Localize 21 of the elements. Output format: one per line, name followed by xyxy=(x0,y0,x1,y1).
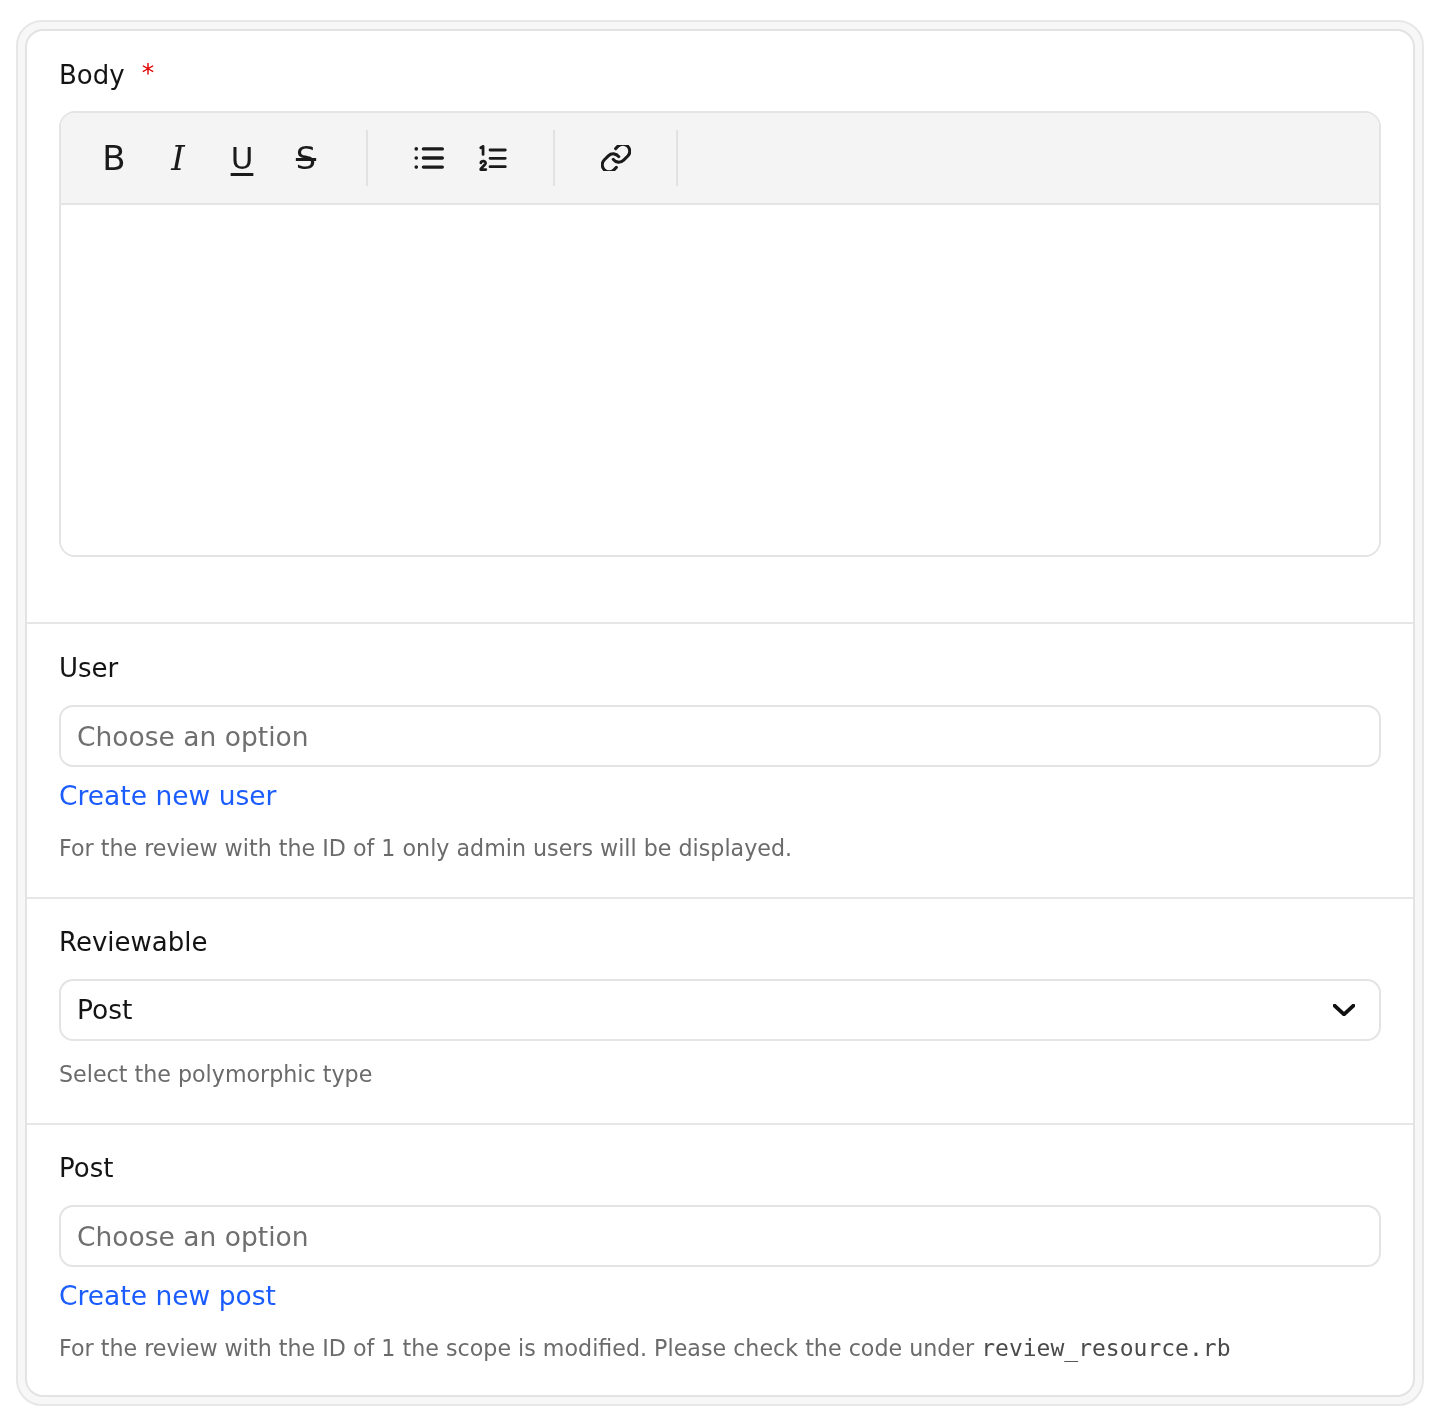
field-label: User xyxy=(59,652,119,684)
bullet-list-icon xyxy=(414,145,444,171)
field-label: Body xyxy=(59,59,125,91)
link-icon xyxy=(601,145,631,171)
underline-button[interactable]: U xyxy=(222,138,262,178)
field-label: Post xyxy=(59,1152,114,1184)
bold-button[interactable]: B xyxy=(94,138,134,178)
create-link[interactable]: Create new user xyxy=(59,779,277,813)
select-input[interactable]: Choose an option xyxy=(59,1205,1381,1267)
help-text: For the review with the ID of 1 only admin users will be displayed. xyxy=(59,834,793,863)
field-label: Reviewable xyxy=(59,926,208,958)
numbered-list-icon xyxy=(478,145,508,171)
help-text: For the review with the ID of 1 the scope is modified. Please check the code under review_resource.rb xyxy=(59,1334,1231,1364)
italic-button[interactable]: I xyxy=(158,138,198,178)
select-field[interactable]: Post xyxy=(59,979,1381,1041)
chevron-down-icon xyxy=(1333,1004,1355,1016)
strikethrough-button[interactable]: S xyxy=(286,138,326,178)
required-mark: * xyxy=(141,57,155,89)
select-input[interactable]: Choose an option xyxy=(59,705,1381,767)
help-text: Select the polymorphic type xyxy=(59,1060,373,1089)
create-link[interactable]: Create new post xyxy=(59,1279,276,1313)
